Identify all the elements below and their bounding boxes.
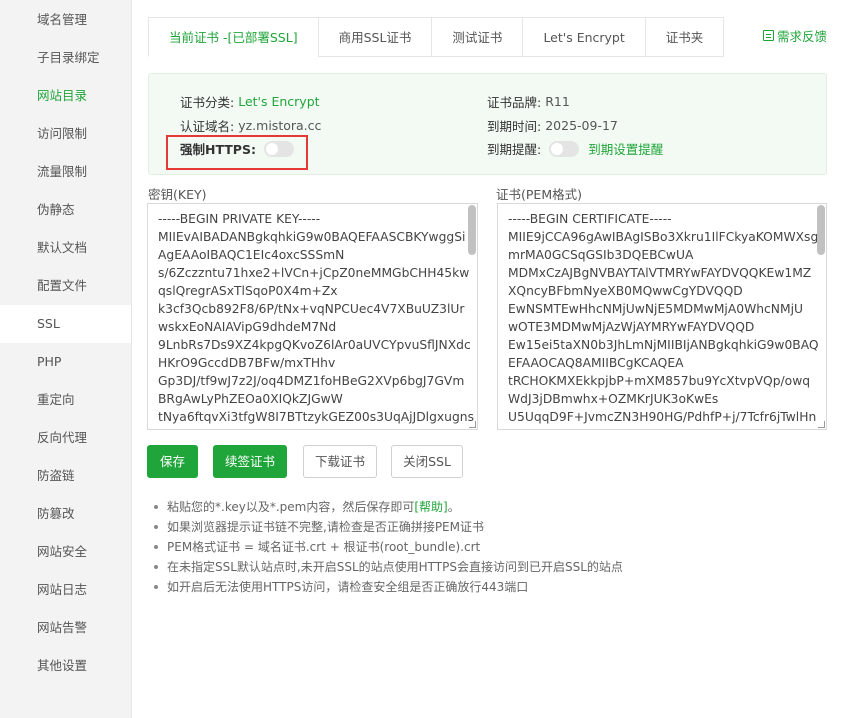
tip-item: 如果浏览器提示证书链不完整,请检查是否正确拼接PEM证书 xyxy=(149,517,623,537)
sidebar: 域名管理 子目录绑定 网站目录 访问限制 流量限制 伪静态 默认文档 配置文件 … xyxy=(0,0,132,718)
cert-expire: 到期时间: 2025-09-17 xyxy=(487,116,618,135)
key-resize-handle[interactable] xyxy=(469,421,476,428)
pem-text: -----BEGIN PRIVATE KEY----- MIIEvAIBADAN… xyxy=(158,212,474,424)
tips-list: 粘贴您的*.key以及*.pem内容，然后保存即可[帮助]。 如果浏览器提示证书… xyxy=(149,497,623,597)
sidebar-item-tamper[interactable]: 防篡改 xyxy=(0,495,131,533)
sidebar-item-site-dir[interactable]: 网站目录 xyxy=(0,77,131,115)
sidebar-item-access-limit[interactable]: 访问限制 xyxy=(0,115,131,153)
sidebar-item-redirect[interactable]: 重定向 xyxy=(0,381,131,419)
cert-resize-handle[interactable] xyxy=(818,421,825,428)
tip-item: 粘贴您的*.key以及*.pem内容，然后保存即可[帮助]。 xyxy=(149,497,623,517)
tab-current-cert[interactable]: 当前证书 -[已部署SSL] xyxy=(148,17,318,57)
expire-remind-toggle[interactable] xyxy=(549,140,580,157)
feedback-icon xyxy=(762,30,774,41)
sidebar-item-ssl[interactable]: SSL xyxy=(0,305,131,343)
sidebar-item-reverse-proxy[interactable]: 反向代理 xyxy=(0,419,131,457)
tab-commercial-ssl[interactable]: 商用SSL证书 xyxy=(317,17,432,57)
tab-test-cert[interactable]: 测试证书 xyxy=(431,17,523,57)
sidebar-item-security[interactable]: 网站安全 xyxy=(0,533,131,571)
sidebar-item-logs[interactable]: 网站日志 xyxy=(0,571,131,609)
tip-item: 如开启后无法使用HTTPS访问，请检查安全组是否正确放行443端口 xyxy=(149,577,623,597)
pem-text: -----BEGIN CERTIFICATE----- MIIE9jCCA96g… xyxy=(508,212,819,424)
tip-item: 在未指定SSL默认站点时,未开启SSL的站点使用HTTPS会直接访问到已开启SS… xyxy=(149,557,623,577)
main-panel: 当前证书 -[已部署SSL] 商用SSL证书 测试证书 Let's Encryp… xyxy=(132,0,841,718)
cert-brand: 证书品牌: R11 xyxy=(487,92,570,111)
expire-remind-link[interactable]: 到期设置提醒 xyxy=(588,139,663,158)
key-label: 密钥(KEY) xyxy=(148,187,207,202)
cert-category: 证书分类: Let's Encrypt xyxy=(180,92,320,111)
key-scrollbar[interactable] xyxy=(468,205,476,255)
sidebar-item-php[interactable]: PHP xyxy=(0,343,131,381)
sidebar-item-alerts[interactable]: 网站告警 xyxy=(0,609,131,647)
expire-remind-label: 到期提醒: xyxy=(487,142,542,157)
tip-text: 粘贴您的*.key以及*.pem内容，然后保存即可 xyxy=(167,500,415,514)
sidebar-item-rewrite[interactable]: 伪静态 xyxy=(0,191,131,229)
cert-category-value: Let's Encrypt xyxy=(238,94,320,109)
key-textarea[interactable]: -----BEGIN PRIVATE KEY----- MIIEvAIBADAN… xyxy=(147,203,478,430)
sidebar-item-hotlink[interactable]: 防盗链 xyxy=(0,457,131,495)
sidebar-item-traffic-limit[interactable]: 流量限制 xyxy=(0,153,131,191)
sidebar-item-other[interactable]: 其他设置 xyxy=(0,647,131,685)
cert-category-label: 证书分类: xyxy=(180,95,235,110)
help-link[interactable]: [帮助] xyxy=(414,500,447,514)
feedback-label: 需求反馈 xyxy=(776,29,827,44)
highlight-box xyxy=(166,135,308,170)
cert-domain-label: 认证域名: xyxy=(180,119,235,134)
download-cert-button[interactable]: 下载证书 xyxy=(303,445,377,478)
cert-brand-label: 证书品牌: xyxy=(487,95,542,110)
cert-label: 证书(PEM格式) xyxy=(496,187,582,202)
sidebar-item-subdir[interactable]: 子目录绑定 xyxy=(0,39,131,77)
cert-scrollbar[interactable] xyxy=(817,205,825,255)
renew-cert-button[interactable]: 续签证书 xyxy=(213,445,287,478)
sidebar-item-domain[interactable]: 域名管理 xyxy=(0,1,131,39)
close-ssl-button[interactable]: 关闭SSL xyxy=(391,445,463,478)
tab-lets-encrypt[interactable]: Let's Encrypt xyxy=(522,17,645,57)
cert-domain-value: yz.mistora.cc xyxy=(238,118,322,133)
cert-domain: 认证域名: yz.mistora.cc xyxy=(180,116,321,135)
cert-brand-value: R11 xyxy=(545,94,570,109)
tip-suffix: 。 xyxy=(447,500,460,514)
cert-expire-label: 到期时间: xyxy=(487,119,542,134)
tip-item: PEM格式证书 = 域名证书.crt + 根证书(root_bundle).cr… xyxy=(149,537,623,557)
expire-remind-row: 到期提醒: 到期设置提醒 xyxy=(487,139,663,158)
cert-textarea[interactable]: -----BEGIN CERTIFICATE----- MIIE9jCCA96g… xyxy=(497,203,827,430)
cert-expire-value: 2025-09-17 xyxy=(545,118,618,133)
save-button[interactable]: 保存 xyxy=(147,445,198,478)
feedback-link[interactable]: 需求反馈 xyxy=(762,26,827,45)
sidebar-item-default-doc[interactable]: 默认文档 xyxy=(0,229,131,267)
sidebar-item-config[interactable]: 配置文件 xyxy=(0,267,131,305)
ssl-tabs: 当前证书 -[已部署SSL] 商用SSL证书 测试证书 Let's Encryp… xyxy=(148,17,725,57)
tab-cert-folder[interactable]: 证书夹 xyxy=(644,17,725,57)
